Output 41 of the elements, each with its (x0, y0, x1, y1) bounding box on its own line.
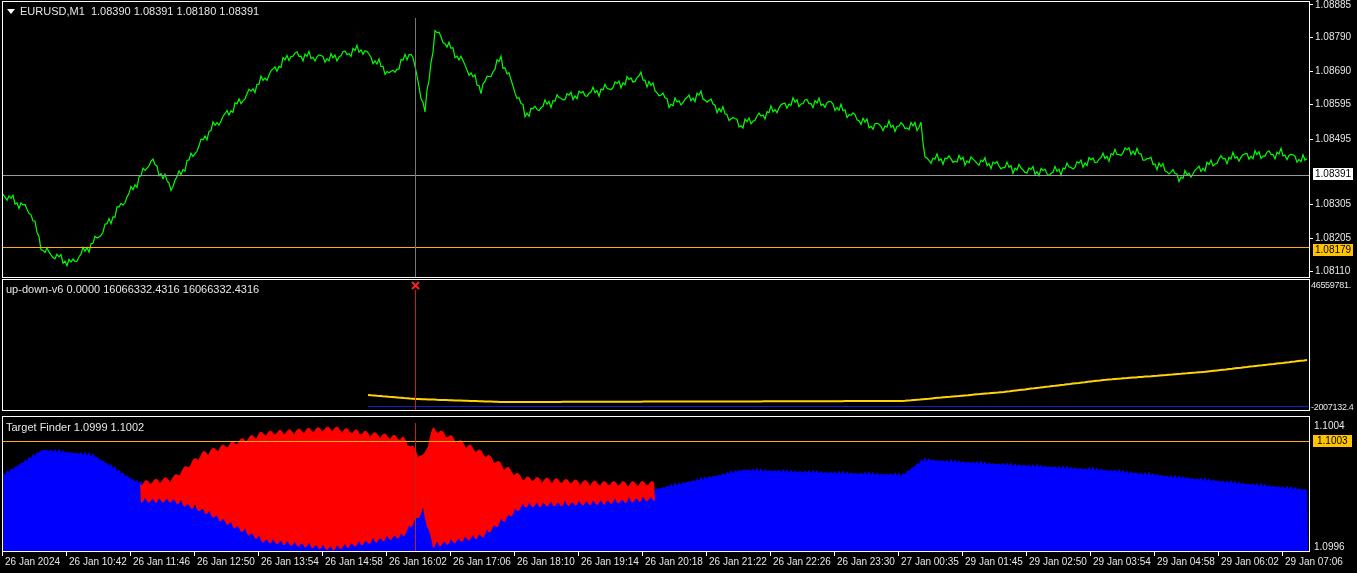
price-tick-label: 1.08690 (1315, 66, 1352, 77)
price-tick-label: 1.08790 (1315, 32, 1352, 43)
time-axis-label: 26 Jan 11:46 (133, 557, 191, 567)
price-tick-label: 1.08495 (1315, 133, 1352, 144)
axis-label: 46559781. (1311, 281, 1352, 290)
level-price-label: 1.1003 (1313, 435, 1352, 447)
time-axis-label: 29 Jan 01:45 (965, 557, 1023, 567)
dropdown-arrow-icon[interactable] (7, 9, 15, 14)
axis-label: 1.1004 (1314, 421, 1346, 431)
chart-header: EURUSD,M1 1.08390 1.08391 1.08180 1.08391 (20, 6, 260, 17)
time-axis-label: 26 Jan 10:42 (69, 557, 127, 567)
time-axis-label: 29 Jan 04:58 (1157, 557, 1215, 567)
price-tick-label: 1.08885 (1315, 0, 1352, 10)
cross-icon (411, 281, 420, 290)
time-axis-label: 29 Jan 07:06 (1285, 557, 1343, 567)
time-axis-label: 26 Jan 14:58 (325, 557, 383, 567)
indicator-header: Target Finder 1.0999 1.1002 (6, 422, 145, 433)
time-axis-label: 26 Jan 22:26 (773, 557, 831, 567)
indicator-header: up-down-v6 0.0000 16066332.4316 16066332.4316 (6, 284, 260, 295)
level-price-label: 1.08179 (1313, 244, 1354, 256)
axis-label: -2007132.4 (1311, 403, 1355, 412)
time-axis-label: 26 Jan 23:30 (837, 557, 895, 567)
price-tick-label: 1.08595 (1315, 99, 1352, 110)
time-axis-label: 26 Jan 12:50 (197, 557, 255, 567)
time-axis-label: 26 Jan 2024 (5, 557, 61, 567)
bid-price-label: 1.08391 (1313, 168, 1354, 180)
time-axis-label: 29 Jan 02:50 (1029, 557, 1087, 567)
time-axis-label: 26 Jan 20:18 (645, 557, 703, 567)
time-axis-label: 29 Jan 03:54 (1093, 557, 1151, 567)
time-axis-label: 26 Jan 19:14 (581, 557, 639, 567)
axis-label: 1.0996 (1314, 542, 1346, 552)
time-axis-label: 26 Jan 18:10 (517, 557, 575, 567)
time-axis-label: 26 Jan 13:54 (261, 557, 319, 567)
price-tick-label: 1.08205 (1315, 233, 1352, 244)
time-axis-label: 26 Jan 21:22 (709, 557, 767, 567)
price-tick-label: 1.08305 (1315, 198, 1352, 209)
price-tick-label: 1.08110 (1315, 265, 1351, 276)
time-axis-label: 29 Jan 06:02 (1221, 557, 1279, 567)
time-axis-label: 26 Jan 17:06 (453, 557, 511, 567)
time-axis-label: 27 Jan 00:35 (901, 557, 959, 567)
time-axis-label: 26 Jan 16:02 (389, 557, 447, 567)
